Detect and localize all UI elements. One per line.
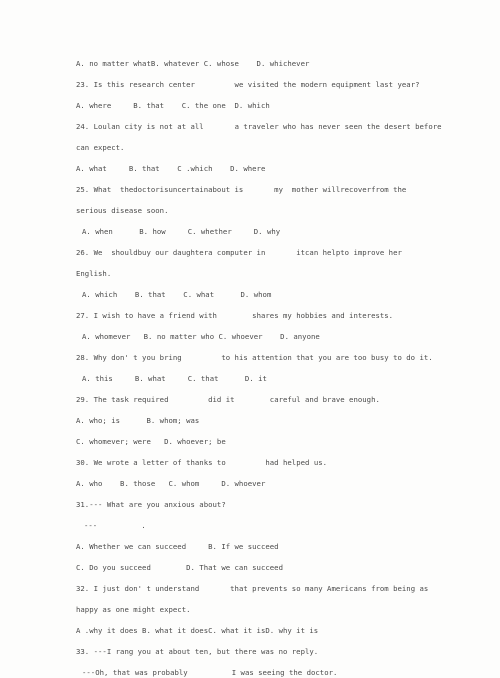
answer-blank: _______ [173,395,204,404]
text-line: 30. We wrote a letter of thanks to _____… [0,457,500,468]
answer-blank: ______ [265,248,291,257]
text-line: 33. ---I rang you at about ten, but ther… [0,646,500,657]
line-text-run: happy as one might expect. [76,605,191,614]
line-text-run: to his attention that you are too busy t… [216,353,433,362]
text-line: 29. The task required _______ did it ___… [0,394,500,405]
text-line: A .why it does B. what it doesC. what it… [0,625,500,636]
line-text-run: A. no matter whatB. whatever C. whose D.… [76,59,310,68]
document-page: A. no matter whatB. whatever C. whose D.… [0,0,500,677]
line-text-run: that prevents so many Americans from bei… [225,584,429,593]
line-text-run: 33. ---I rang you at about ten, but ther… [76,647,319,656]
answer-blank: ______ [208,122,234,131]
line-text-run: A. who; is B. whom; was [76,416,200,425]
text-line: A. Whether we can succeed B. If we succe… [0,541,500,552]
line-text-run: C. whomever; were D. whoever; be [76,437,226,446]
text-line: happy as one might expect. [0,604,500,615]
line-text-run: 26. We shouldbuy our daughtera computer … [76,248,266,257]
line-text-run: A. where B. that C. the one D. which [76,101,270,110]
text-line: 23. Is this research center _______ we v… [0,79,500,90]
text-line: A. who; is B. whom; was [0,415,500,426]
text-line: C. whomever; were D. whoever; be [0,436,500,447]
line-text-run: a traveler who has never seen the desert… [234,122,442,131]
line-text-run: 31.--- What are you anxious about? [76,500,226,509]
answer-blank: ______ [199,584,225,593]
text-line: --- _________. [0,520,500,531]
line-text-run: 30. We wrote a letter of thanks to [76,458,231,467]
text-line: A. no matter whatB. whatever C. whose D.… [0,58,500,69]
line-text-run: 23. Is this research center [76,80,200,89]
line-text-run: A. whomever B. no matter who C. whoever … [82,332,320,341]
answer-blank: ________ [192,668,227,677]
line-text-run: itcan helpto improve her [291,248,402,257]
text-line: C. Do you succeed D. That we can succeed [0,562,500,573]
line-text-run: ---Oh, that was probably [82,668,193,677]
answer-blank: ______ [239,395,265,404]
line-text-run: A. Whether we can succeed B. If we succe… [76,542,279,551]
text-line: 31.--- What are you anxious about? [0,499,500,510]
line-text-run: had helped us. [260,458,328,467]
line-text-run: A. which B. that C. what D. whom [82,290,272,299]
text-line: 26. We shouldbuy our daughtera computer … [0,247,500,258]
text-line: ---Oh, that was probably ________ I was … [0,667,500,678]
answer-blank: ______ [243,185,269,194]
line-text-run: . [141,521,146,530]
line-text-run: we visited the modern equipment last yea… [230,80,420,89]
text-line: A. this B. what C. that D. it [0,373,500,384]
text-line: can expect. [0,142,500,153]
answer-blank: ______ [221,311,247,320]
answer-blank: _______ [199,80,230,89]
line-text-run: shares my hobbies and interests. [247,311,394,320]
text-line: 27. I wish to have a friend with ______ … [0,310,500,321]
line-text-run: A. who B. those C. whom D. whoever [76,479,266,488]
line-text-run: A. this B. what C. that D. it [82,374,267,383]
line-text-run: 29. The task required [76,395,173,404]
text-line: 28. Why don' t you bring _______ to his … [0,352,500,363]
text-line: A. where B. that C. the one D. which [0,100,500,111]
text-line: 32. I just don' t understand______ that … [0,583,500,594]
text-line: 24. Loulan city is not at all ______a tr… [0,121,500,132]
line-text-run: A. when B. how C. whether D. why [82,227,281,236]
line-text-run: 32. I just don' t understand [76,584,200,593]
line-text-run: my mother willrecoverfrom the [269,185,407,194]
text-line: A. whomever B. no matter who C. whoever … [0,331,500,342]
line-text-run: --- [84,521,102,530]
line-text-run: 24. Loulan city is not at all [76,122,209,131]
line-text-run: did it [203,395,239,404]
line-text-run: A .why it does B. what it doesC. what it… [76,626,319,635]
text-line: 25. What thedoctorisuncertainabout is___… [0,184,500,195]
answer-blank: _______ [230,458,261,467]
answer-blank: _______ [186,353,217,362]
text-line: serious disease soon. [0,205,500,216]
line-text-run: careful and brave enough. [265,395,380,404]
text-line: A. which B. that C. what D. whom [0,289,500,300]
text-line: A. who B. those C. whom D. whoever [0,478,500,489]
line-text-run: I was seeing the doctor. [227,668,338,677]
line-text-run: C. Do you succeed D. That we can succeed [76,563,283,572]
line-text-run: can expect. [76,143,125,152]
answer-blank: _________ [102,521,142,530]
text-line: A. when B. how C. whether D. why [0,226,500,237]
line-text-run: English. [76,269,112,278]
line-text-run: serious disease soon. [76,206,169,215]
line-text-run: 27. I wish to have a friend with [76,311,222,320]
line-text-run: A. what B. that C .which D. where [76,164,266,173]
line-text-run: 25. What thedoctorisuncertainabout is [76,185,244,194]
text-line: English. [0,268,500,279]
text-line: A. what B. that C .which D. where [0,163,500,174]
line-text-run: 28. Why don' t you bring [76,353,187,362]
